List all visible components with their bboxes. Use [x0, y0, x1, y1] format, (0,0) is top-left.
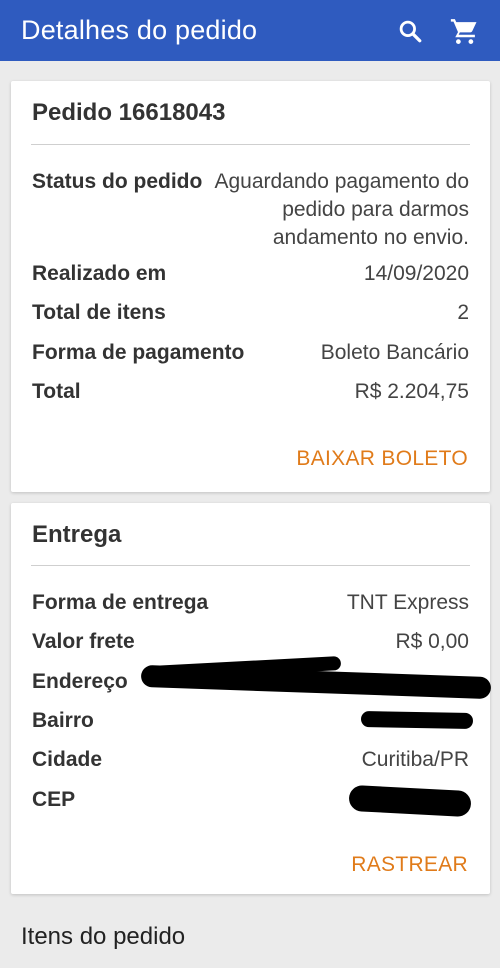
payment-label: Forma de pagamento — [32, 341, 245, 364]
order-items-section[interactable]: Itens do pedido — [0, 905, 500, 968]
download-boleto-button[interactable]: BAIXAR BOLETO — [296, 447, 468, 471]
order-title: Pedido 16618043 — [32, 99, 226, 126]
payment-value: Boleto Bancário — [320, 341, 469, 364]
redaction-mark — [360, 711, 474, 729]
track-button[interactable]: RASTREAR — [351, 853, 468, 877]
total-label: Total — [32, 380, 81, 403]
address-label: Endereço — [32, 670, 128, 693]
search-button[interactable] — [390, 11, 430, 51]
order-items-title: Itens do pedido — [21, 923, 186, 950]
shipping-method-value: TNT Express — [346, 591, 469, 614]
status-label: Status do pedido — [32, 170, 203, 193]
order-items-row: Total de itens 2 — [32, 299, 469, 327]
status-value: Aguardando pagamento do pedido para darm… — [214, 170, 469, 249]
page-title: Detalhes do pedido — [21, 15, 258, 45]
order-total-row: Total R$ 2.204,75 — [32, 378, 469, 406]
delivery-card: Entrega Forma de entrega TNT Express Val… — [11, 503, 492, 894]
total-value: R$ 2.204,75 — [354, 380, 469, 403]
shipping-method-label: Forma de entrega — [32, 591, 209, 614]
city-value: Curitiba/PR — [361, 748, 469, 771]
shipping-cost-value: R$ 0,00 — [395, 630, 469, 653]
city-label: Cidade — [32, 748, 103, 771]
shipping-cost-row: Valor frete R$ 0,00 — [32, 628, 469, 656]
order-date-row: Realizado em 14/09/2020 — [32, 260, 469, 288]
order-card: Pedido 16618043 Status do pedido Aguarda… — [11, 81, 490, 492]
order-status-row: Status do pedido Aguardando pagamento do… — [32, 168, 469, 252]
zipcode-label: CEP — [32, 788, 76, 811]
cart-icon — [450, 18, 477, 44]
app-bar: Detalhes do pedido — [0, 0, 500, 61]
cart-button[interactable] — [444, 11, 484, 51]
items-label: Total de itens — [32, 301, 166, 324]
date-label: Realizado em — [32, 262, 167, 285]
delivery-title: Entrega — [32, 521, 122, 548]
divider — [31, 565, 470, 566]
divider — [31, 144, 470, 145]
search-icon — [399, 20, 422, 42]
shipping-method-row: Forma de entrega TNT Express — [32, 589, 469, 617]
order-payment-row: Forma de pagamento Boleto Bancário — [32, 339, 469, 367]
shipping-cost-label: Valor frete — [32, 630, 135, 653]
city-row: Cidade Curitiba/PR — [32, 746, 469, 774]
neighborhood-label: Bairro — [32, 709, 94, 732]
date-value: 14/09/2020 — [363, 262, 469, 285]
items-value: 2 — [457, 301, 469, 324]
